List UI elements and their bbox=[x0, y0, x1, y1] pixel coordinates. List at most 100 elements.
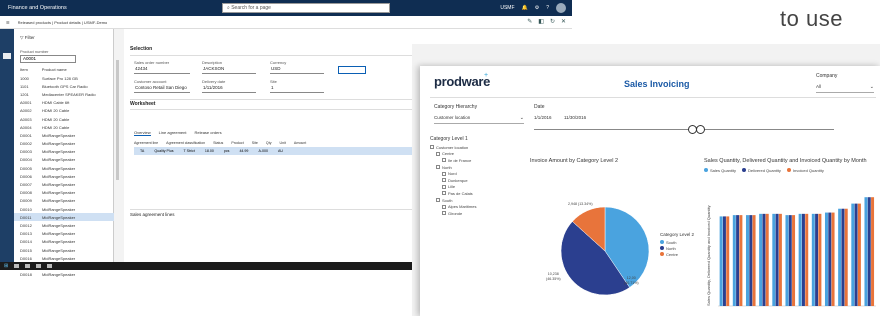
category-checkbox-item[interactable]: Lille bbox=[430, 184, 520, 191]
bar[interactable] bbox=[831, 212, 835, 306]
bar-legend-item[interactable]: Delivered Quantity bbox=[742, 167, 781, 173]
windows-start-icon[interactable]: ⊞ bbox=[4, 263, 8, 269]
grid-column-header[interactable]: Amount bbox=[294, 141, 306, 145]
bar[interactable] bbox=[772, 213, 776, 306]
bar[interactable] bbox=[736, 215, 740, 306]
checkbox[interactable] bbox=[436, 198, 440, 203]
category-hierarchy-slicer[interactable]: Customer location ⌄ bbox=[434, 115, 524, 124]
grid-column-header[interactable]: Agreement classification bbox=[166, 141, 205, 145]
filter-input[interactable]: ▽ Filter bbox=[20, 35, 35, 41]
company-slicer[interactable]: All ⌄ bbox=[816, 84, 874, 93]
list-item[interactable]: A0002 HDMI 20 Cable bbox=[14, 107, 114, 115]
list-item[interactable]: D0005 MidRangeSpeaker bbox=[14, 164, 114, 172]
category-checkbox-item[interactable]: Alpes Maritimes bbox=[430, 203, 520, 210]
attach-icon[interactable]: ✎ bbox=[527, 18, 532, 25]
search-input[interactable]: ⌕ Search for a page bbox=[222, 3, 390, 13]
section-selection[interactable]: Selection bbox=[130, 46, 152, 52]
bar[interactable] bbox=[762, 213, 766, 306]
list-item[interactable]: D0001 MidRangeSpeaker bbox=[14, 131, 114, 139]
checkbox[interactable] bbox=[442, 158, 446, 163]
bar[interactable] bbox=[752, 215, 756, 306]
bar[interactable] bbox=[745, 215, 749, 306]
bar[interactable] bbox=[722, 216, 726, 306]
date-input[interactable] bbox=[338, 66, 366, 74]
list-item[interactable]: A0001 HDMI Cable 6ft bbox=[14, 99, 114, 107]
bar[interactable] bbox=[864, 197, 868, 306]
grid-column-header[interactable]: Status bbox=[213, 141, 223, 145]
category-checkbox-item[interactable]: Pas de Calais bbox=[430, 190, 520, 197]
checkbox[interactable] bbox=[436, 151, 440, 156]
list-item[interactable]: 1201 Mediacenter SPEAKER Radio bbox=[14, 90, 114, 98]
category-checkbox-item[interactable]: Dunkerque bbox=[430, 177, 520, 184]
list-item[interactable]: D0008 MidRangeSpeaker bbox=[14, 189, 114, 197]
office-icon[interactable]: ◧ bbox=[538, 18, 544, 25]
list-item[interactable]: D0014 MidRangeSpeaker bbox=[14, 238, 114, 246]
grid-column-header[interactable]: Qty bbox=[266, 141, 272, 145]
category-checkbox-item[interactable]: Centre bbox=[430, 151, 520, 158]
checkbox[interactable] bbox=[442, 204, 446, 209]
bar[interactable] bbox=[811, 213, 815, 306]
nav-list-icon[interactable] bbox=[3, 53, 11, 59]
gear-icon[interactable]: ⚙ bbox=[535, 5, 539, 11]
bar[interactable] bbox=[801, 213, 805, 306]
bar[interactable] bbox=[815, 213, 819, 306]
hamburger-icon[interactable]: ☰ bbox=[6, 20, 10, 25]
bar[interactable] bbox=[739, 215, 743, 306]
category-checkbox-item[interactable]: North bbox=[430, 164, 520, 171]
bar[interactable] bbox=[841, 208, 845, 306]
taskbar-app-icon[interactable] bbox=[14, 264, 20, 268]
list-item[interactable]: D0012 MidRangeSpeaker bbox=[14, 221, 114, 229]
help-icon[interactable]: ? bbox=[546, 5, 549, 11]
bar[interactable] bbox=[867, 197, 871, 306]
section-worksheet[interactable]: Worksheet bbox=[130, 101, 155, 107]
date-from[interactable]: 1/1/2016 bbox=[534, 115, 552, 120]
bar[interactable] bbox=[805, 213, 809, 306]
checkbox[interactable] bbox=[436, 165, 440, 170]
bar[interactable] bbox=[732, 215, 736, 306]
checkbox[interactable] bbox=[430, 145, 434, 150]
list-item[interactable]: 1000 Surface Pro 128 GB bbox=[14, 74, 114, 82]
bar[interactable] bbox=[824, 212, 828, 306]
bar[interactable] bbox=[749, 215, 753, 306]
category-checkbox-item[interactable]: Gironde bbox=[430, 210, 520, 217]
bar[interactable] bbox=[818, 213, 822, 306]
list-item[interactable]: D0007 MidRangeSpeaker bbox=[14, 180, 114, 188]
tab-release-orders[interactable]: Release orders bbox=[194, 130, 221, 136]
grid-column-header[interactable]: Agreement line bbox=[134, 141, 158, 145]
date-slider-track[interactable] bbox=[534, 129, 834, 130]
date-slider-end-handle[interactable] bbox=[696, 125, 705, 134]
grid-column-header[interactable]: Product bbox=[231, 141, 243, 145]
list-item[interactable]: D0013 MidRangeSpeaker bbox=[14, 230, 114, 238]
category-checkbox-item[interactable]: Nord bbox=[430, 170, 520, 177]
avatar[interactable] bbox=[556, 3, 566, 13]
list-item[interactable]: 1101 Bluetooth GPS Car Radio bbox=[14, 82, 114, 90]
taskbar-app-icon[interactable] bbox=[36, 264, 42, 268]
delivery-date-field[interactable]: 1/11/2016 bbox=[202, 85, 256, 93]
bar[interactable] bbox=[854, 203, 858, 306]
list-item[interactable]: A0003 HDMI 20 Cable bbox=[14, 115, 114, 123]
list-header-item[interactable]: Item bbox=[20, 67, 28, 72]
bar[interactable] bbox=[798, 213, 802, 306]
pie-legend-item[interactable]: Centre bbox=[660, 251, 694, 257]
list-item[interactable]: D0009 MidRangeSpeaker bbox=[14, 197, 114, 205]
bar[interactable] bbox=[759, 213, 763, 306]
checkbox[interactable] bbox=[442, 211, 446, 216]
bar[interactable] bbox=[765, 213, 769, 306]
close-icon[interactable]: ✕ bbox=[561, 18, 566, 25]
bar[interactable] bbox=[778, 213, 782, 306]
bar[interactable] bbox=[838, 208, 842, 306]
refresh-icon[interactable]: ↻ bbox=[550, 18, 555, 25]
scrollbar[interactable] bbox=[116, 60, 119, 180]
list-item[interactable]: D0015 MidRangeSpeaker bbox=[14, 246, 114, 254]
list-header-name[interactable]: Product name bbox=[42, 67, 67, 72]
notification-icon[interactable]: 🔔 bbox=[522, 5, 528, 11]
list-item[interactable]: D0018 MidRangeSpeaker bbox=[14, 271, 114, 279]
taskbar-app-icon[interactable] bbox=[25, 264, 31, 268]
customer-account-field[interactable]: Contoso Retail San Diego bbox=[134, 85, 190, 93]
bar[interactable] bbox=[844, 208, 848, 306]
product-number-field[interactable]: A0001 bbox=[20, 55, 76, 63]
list-item[interactable]: D0011 MidRangeSpeaker bbox=[14, 213, 114, 222]
list-item[interactable]: D0004 MidRangeSpeaker bbox=[14, 156, 114, 164]
category-checkbox-item[interactable]: Ile de France bbox=[430, 157, 520, 164]
bar[interactable] bbox=[785, 215, 789, 306]
